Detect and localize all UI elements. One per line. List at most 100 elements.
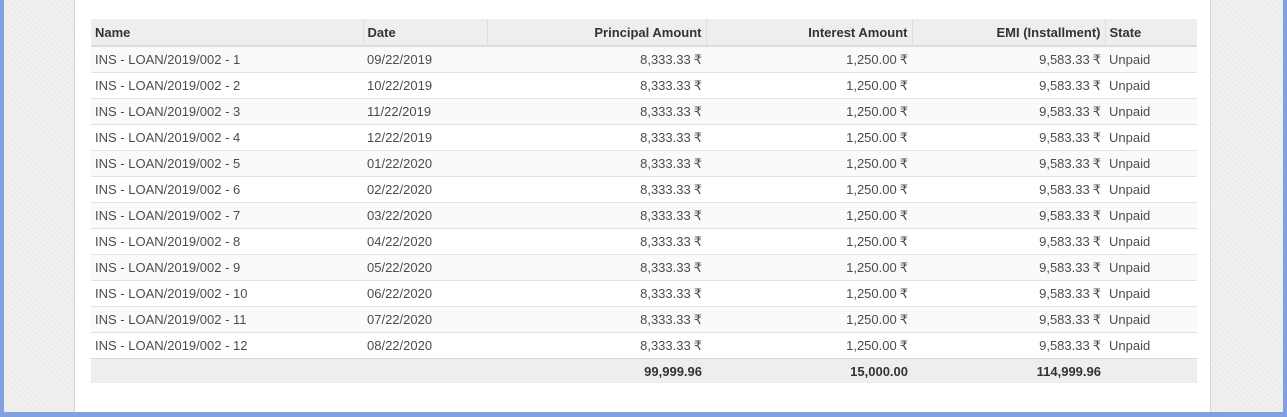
currency-symbol: ₹ <box>899 129 908 145</box>
column-header-state[interactable]: State <box>1104 19 1197 47</box>
state-cell: Unpaid <box>1105 72 1197 99</box>
column-header-name[interactable]: Name <box>91 19 363 47</box>
table-row[interactable]: INS - LOAN/2019/002 - 8 04/22/2020 8,333.3… <box>91 228 1197 255</box>
currency-symbol: ₹ <box>693 77 702 93</box>
table-row[interactable]: INS - LOAN/2019/002 - 5 01/22/2020 8,333.3… <box>91 150 1197 177</box>
principal-amount-cell: 8,333.33 ₹ <box>487 45 706 73</box>
emi-amount-value: 9,583.33 <box>1039 311 1090 327</box>
interest-amount-cell: 1,250.00 ₹ <box>706 332 912 359</box>
currency-symbol: ₹ <box>693 259 702 275</box>
totals-spacer-name <box>91 358 363 383</box>
table-row[interactable]: INS - LOAN/2019/002 - 6 02/22/2020 8,333.3… <box>91 176 1197 203</box>
installment-name-value: INS - LOAN/2019/002 - 10 <box>95 286 248 301</box>
emi-amount-value: 9,583.33 <box>1039 181 1090 197</box>
installment-name-cell: INS - LOAN/2019/002 - 7 <box>91 202 363 229</box>
installment-name-cell: INS - LOAN/2019/002 - 4 <box>91 124 363 151</box>
emi-amount-value: 9,583.33 <box>1039 207 1090 223</box>
installment-name-value: INS - LOAN/2019/002 - 6 <box>95 182 241 197</box>
interest-amount-value: 1,250.00 <box>846 337 897 353</box>
state-value: Unpaid <box>1109 286 1151 301</box>
installment-name-cell: INS - LOAN/2019/002 - 5 <box>91 150 363 177</box>
installment-name-cell: INS - LOAN/2019/002 - 9 <box>91 254 363 281</box>
table-row[interactable]: INS - LOAN/2019/002 - 2 10/22/2019 8,333.3… <box>91 72 1197 99</box>
installment-date-value: 01/22/2020 <box>367 156 433 171</box>
installment-name-cell: INS - LOAN/2019/002 - 11 <box>91 306 363 333</box>
principal-amount-value: 8,333.33 <box>640 207 691 223</box>
state-cell: Unpaid <box>1105 98 1197 125</box>
installment-name-value: INS - LOAN/2019/002 - 12 <box>95 338 248 353</box>
table-row[interactable]: INS - LOAN/2019/002 - 9 05/22/2020 8,333.3… <box>91 254 1197 281</box>
interest-amount-cell: 1,250.00 ₹ <box>706 72 912 99</box>
interest-amount-value: 1,250.00 <box>846 103 897 119</box>
currency-symbol: ₹ <box>693 103 702 119</box>
window-frame-right <box>1283 0 1287 417</box>
currency-symbol: ₹ <box>693 285 702 301</box>
table-header-row: Name Date Principal Amount Interest Amou… <box>91 19 1197 47</box>
totals-spacer-date <box>363 358 487 383</box>
currency-symbol: ₹ <box>899 259 908 275</box>
column-header-date[interactable]: Date <box>362 19 487 47</box>
interest-amount-value: 1,250.00 <box>846 155 897 171</box>
interest-amount-cell: 1,250.00 ₹ <box>706 45 912 73</box>
currency-symbol: ₹ <box>899 77 908 93</box>
installment-date-value: 05/22/2020 <box>367 260 433 275</box>
principal-amount-cell: 8,333.33 ₹ <box>487 150 706 177</box>
emi-amount-value: 9,583.33 <box>1039 155 1090 171</box>
installment-name-cell: INS - LOAN/2019/002 - 10 <box>91 280 363 307</box>
emi-amount-cell: 9,583.33 ₹ <box>912 176 1105 203</box>
installment-name-value: INS - LOAN/2019/002 - 2 <box>95 78 241 93</box>
installment-date-value: 03/22/2020 <box>367 208 433 223</box>
table-row[interactable]: INS - LOAN/2019/002 - 4 12/22/2019 8,333.3… <box>91 124 1197 151</box>
table-row[interactable]: INS - LOAN/2019/002 - 10 06/22/2020 8,333.… <box>91 280 1197 307</box>
currency-symbol: ₹ <box>1092 311 1101 327</box>
installment-date-cell: 05/22/2020 <box>363 254 487 281</box>
principal-amount-value: 8,333.33 <box>640 259 691 275</box>
column-header-interest-amount[interactable]: Interest Amount <box>705 19 912 47</box>
emi-amount-value: 9,583.33 <box>1039 77 1090 93</box>
principal-amount-cell: 8,333.33 ₹ <box>487 124 706 151</box>
principal-amount-cell: 8,333.33 ₹ <box>487 72 706 99</box>
interest-amount-value: 1,250.00 <box>846 233 897 249</box>
principal-amount-value: 8,333.33 <box>640 155 691 171</box>
state-cell: Unpaid <box>1105 306 1197 333</box>
state-cell: Unpaid <box>1105 150 1197 177</box>
interest-amount-cell: 1,250.00 ₹ <box>706 124 912 151</box>
table-row[interactable]: INS - LOAN/2019/002 - 11 07/22/2020 8,333.… <box>91 306 1197 333</box>
installment-date-value: 10/22/2019 <box>367 78 433 93</box>
interest-amount-value: 1,250.00 <box>846 311 897 327</box>
emi-amount-cell: 9,583.33 ₹ <box>912 228 1105 255</box>
column-header-emi[interactable]: EMI (Installment) <box>911 19 1105 47</box>
installment-name-cell: INS - LOAN/2019/002 - 12 <box>91 332 363 359</box>
interest-amount-value: 1,250.00 <box>846 181 897 197</box>
currency-symbol: ₹ <box>693 207 702 223</box>
state-cell: Unpaid <box>1105 176 1197 203</box>
emi-amount-cell: 9,583.33 ₹ <box>912 72 1105 99</box>
principal-amount-value: 8,333.33 <box>640 311 691 327</box>
currency-symbol: ₹ <box>1092 77 1101 93</box>
installment-date-value: 08/22/2020 <box>367 338 433 353</box>
principal-amount-value: 8,333.33 <box>640 103 691 119</box>
state-value: Unpaid <box>1109 182 1151 197</box>
table-row[interactable]: INS - LOAN/2019/002 - 7 03/22/2020 8,333.3… <box>91 202 1197 229</box>
currency-symbol: ₹ <box>899 181 908 197</box>
state-value: Unpaid <box>1109 156 1151 171</box>
installment-date-cell: 07/22/2020 <box>363 306 487 333</box>
interest-amount-value: 1,250.00 <box>846 51 897 67</box>
table-row[interactable]: INS - LOAN/2019/002 - 3 11/22/2019 8,333.3… <box>91 98 1197 125</box>
installment-date-cell: 04/22/2020 <box>363 228 487 255</box>
installment-name-value: INS - LOAN/2019/002 - 4 <box>95 130 241 145</box>
table-row[interactable]: INS - LOAN/2019/002 - 12 08/22/2020 8,333.… <box>91 332 1197 359</box>
form-sheet: Name Date Principal Amount Interest Amou… <box>74 0 1211 412</box>
state-value: Unpaid <box>1109 312 1151 327</box>
interest-amount-value: 1,250.00 <box>846 129 897 145</box>
currency-symbol: ₹ <box>693 129 702 145</box>
state-value: Unpaid <box>1109 130 1151 145</box>
currency-symbol: ₹ <box>899 337 908 353</box>
column-header-principal-amount[interactable]: Principal Amount <box>486 19 706 47</box>
principal-amount-cell: 8,333.33 ₹ <box>487 176 706 203</box>
state-value: Unpaid <box>1109 208 1151 223</box>
currency-symbol: ₹ <box>899 51 908 67</box>
principal-amount-cell: 8,333.33 ₹ <box>487 98 706 125</box>
table-row[interactable]: INS - LOAN/2019/002 - 1 09/22/2019 8,333.3… <box>91 45 1197 73</box>
window-frame-left <box>0 0 4 417</box>
